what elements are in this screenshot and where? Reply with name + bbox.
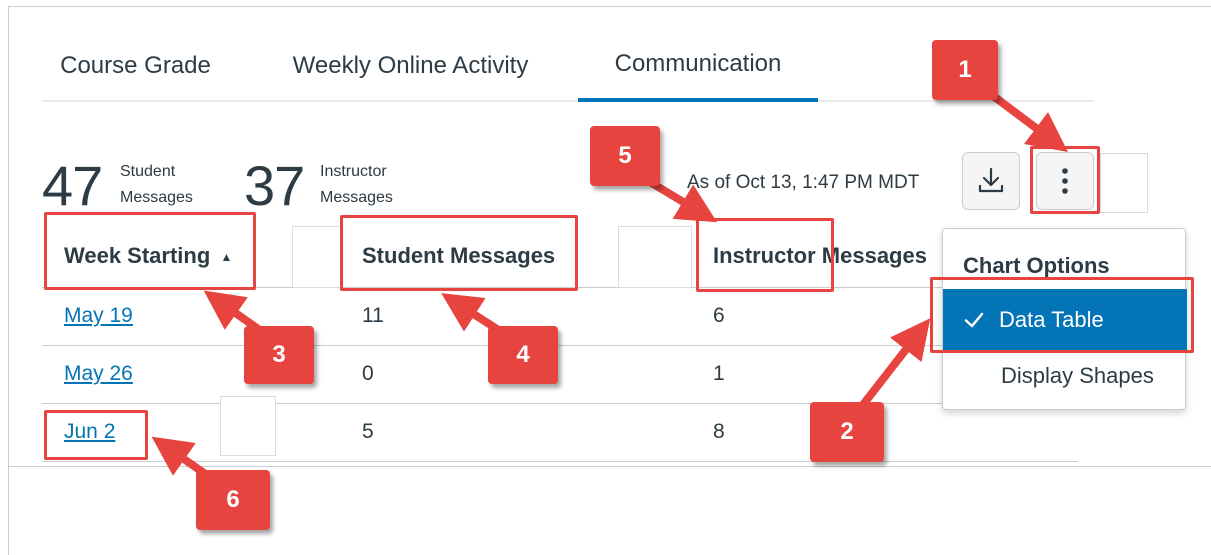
annotation-badge-6: 6: [196, 470, 270, 530]
download-button[interactable]: [962, 152, 1020, 210]
table-row: May 26 0 1: [42, 346, 1078, 404]
download-icon: [978, 167, 1004, 193]
redaction-box: [618, 226, 692, 288]
highlight-student-messages: [340, 215, 578, 291]
annotation-badge-5: 5: [590, 126, 660, 186]
annotation-badge-2: 2: [810, 402, 884, 462]
redaction-box: [220, 396, 276, 456]
annotation-badge-3: 3: [244, 326, 314, 384]
tab-weekly-online-activity[interactable]: Weekly Online Activity: [262, 30, 559, 102]
instructor-messages-count: 37: [244, 154, 305, 217]
tab-course-grade[interactable]: Course Grade: [42, 30, 229, 102]
annotation-badge-1: 1: [932, 40, 998, 100]
table-row: May 19 11 6: [42, 288, 1078, 346]
instructor-messages-cell: 8: [713, 420, 725, 443]
redaction-box: [292, 226, 342, 288]
student-messages-count: 47: [42, 154, 103, 217]
annotation-badge-4: 4: [488, 326, 558, 384]
instructor-messages-cell: 1: [713, 362, 725, 385]
instructor-messages-label-line2: Messages: [320, 189, 393, 206]
redaction-box: [1100, 153, 1148, 213]
menu-title: Chart Options: [963, 253, 1110, 278]
highlight-instructor-messages: [696, 218, 834, 292]
week-link[interactable]: May 26: [64, 362, 133, 386]
instructor-messages-cell: 6: [713, 304, 725, 327]
highlight-data-table-option: [930, 277, 1194, 353]
table-row: Jun 2 5 8: [42, 404, 1078, 462]
student-messages-label-line2: Messages: [120, 189, 193, 206]
week-link[interactable]: May 19: [64, 304, 133, 328]
menu-item-display-shapes[interactable]: Display Shapes: [1001, 363, 1154, 389]
highlight-week-starting: [44, 212, 256, 290]
tab-communication[interactable]: Communication: [578, 30, 818, 102]
as-of-timestamp: As of Oct 13, 1:47 PM MDT: [687, 172, 920, 193]
highlight-jun2-link: [44, 410, 148, 460]
student-messages-cell: 5: [362, 420, 374, 443]
student-messages-label-line1: Student: [120, 163, 176, 180]
student-messages-cell: 11: [362, 304, 384, 327]
instructor-messages-label-line1: Instructor: [320, 163, 387, 180]
frame-divider: [8, 466, 1211, 467]
student-messages-cell: 0: [362, 362, 374, 385]
highlight-options-button: [1030, 146, 1100, 214]
